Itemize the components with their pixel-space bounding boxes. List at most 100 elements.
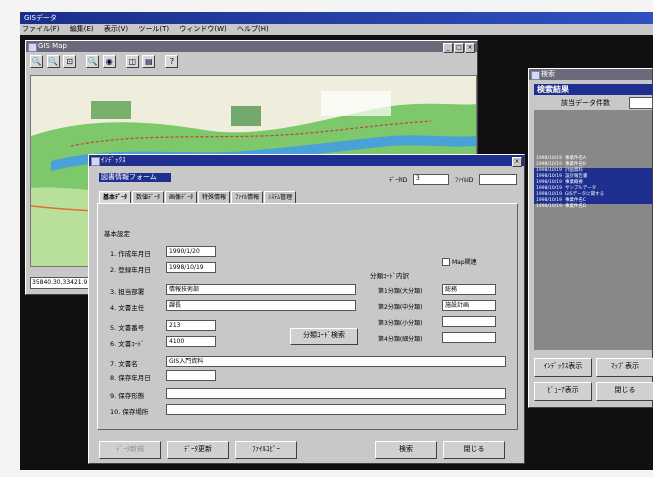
zoom-window-icon[interactable]: 🔍 xyxy=(86,55,100,68)
created-date-label: 1. 作成年月日 xyxy=(110,250,151,258)
form-tabs: 基本ﾃﾞｰﾀ 数値ﾃﾞｰﾀ 画像ﾃﾞｰﾀ 特殊情報 ﾌｧｲﾙ情報 ｼｽﾃﾑ管理 xyxy=(99,191,297,203)
tab-system-admin[interactable]: ｼｽﾃﾑ管理 xyxy=(264,191,297,203)
tab-image-data[interactable]: 画像ﾃﾞｰﾀ xyxy=(165,191,198,203)
zoom-in-icon[interactable]: 🔍 xyxy=(30,55,43,68)
menu-view[interactable]: 表示(V) xyxy=(104,25,128,33)
globe-icon[interactable]: ◉ xyxy=(102,55,116,68)
result-date: 1998/10/19 xyxy=(536,168,562,173)
data-form-title: ｲﾝﾃﾞｯｸｽ xyxy=(101,156,126,164)
file-copy-button[interactable]: ﾌｧｲﾙｺﾋﾟｰ xyxy=(235,441,297,459)
result-date: 1998/10/19 xyxy=(536,186,562,191)
close-icon[interactable]: × xyxy=(465,43,475,53)
zoom-out-icon[interactable]: 🔍 xyxy=(46,55,60,68)
app-title-bar: GISデータ xyxy=(20,12,653,24)
storage-form-label: 9. 保存形態 xyxy=(110,392,145,400)
tab-basic-data[interactable]: 基本ﾃﾞｰﾀ xyxy=(99,191,132,203)
app-menu-bar: ファイル(F) 編集(E) 表示(V) ツール(T) ウィンドウ(W) ヘルプ(… xyxy=(20,24,653,35)
document-owner-field[interactable]: 課長 xyxy=(166,300,356,311)
form-header: 図書情報フォーム ﾃﾞｰﾀID 3 ﾌｧｲﾙID xyxy=(93,169,522,191)
created-date-field[interactable]: 1990/1/20 xyxy=(166,246,216,257)
registered-date-field[interactable]: 1998/10/19 xyxy=(166,262,216,273)
viewer-display-button[interactable]: ﾋﾞｭｰｱ表示 xyxy=(534,382,592,401)
result-text: 事業件名B xyxy=(564,162,587,167)
form-heading: 図書情報フォーム xyxy=(99,173,171,182)
coordinates-readout: 35840.30,33421.9 xyxy=(30,277,95,289)
document-number-field[interactable]: 213 xyxy=(166,320,216,331)
menu-edit[interactable]: 編集(E) xyxy=(70,25,94,33)
minimize-icon[interactable]: _ xyxy=(443,43,453,53)
window-icon xyxy=(531,71,540,80)
tab-numeric-data[interactable]: 数値ﾃﾞｰﾀ xyxy=(132,191,165,203)
search-results-heading: 検索結果 xyxy=(534,84,653,95)
search-body: 検索結果 該当データ件数 1998/10/19 事業件名A 1998/10/19 事業… xyxy=(531,82,653,405)
index-display-button[interactable]: ｲﾝﾃﾞｯｸｽ表示 xyxy=(534,358,592,377)
document-code-field[interactable]: 4100 xyxy=(166,336,216,347)
map-related-label: Map関連 xyxy=(452,259,477,266)
section-title: 基本設定 xyxy=(104,230,130,238)
data-id-field[interactable]: 3 xyxy=(413,174,449,185)
result-row[interactable]: 1998/10/19 事業件名D xyxy=(534,204,652,210)
maximize-icon[interactable]: □ xyxy=(454,43,464,53)
search-window: 検索 検索結果 該当データ件数 1998/10/19 事業件名A 1998/10/1… xyxy=(528,68,653,408)
class-3-label: 第3分類(小分類) xyxy=(378,320,423,327)
data-id-label: ﾃﾞｰﾀID xyxy=(389,177,408,184)
class-1-field[interactable]: 総務 xyxy=(442,284,496,295)
class-4-label: 第4分類(細分類) xyxy=(378,336,423,343)
search-title-bar[interactable]: 検索 xyxy=(529,69,652,80)
result-list[interactable]: 1998/10/19 事業件名A 1998/10/19 事業件名B 1998/10/19… xyxy=(534,110,652,350)
result-count-field xyxy=(629,97,653,109)
search-close-button[interactable]: 閉じる xyxy=(596,382,653,401)
tab-special-info[interactable]: 特殊情報 xyxy=(198,191,231,203)
zoom-full-icon[interactable]: ⊡ xyxy=(63,55,77,68)
result-date: 1998/10/19 xyxy=(536,192,562,197)
menu-window[interactable]: ウィンドウ(W) xyxy=(179,25,226,33)
class-2-field[interactable]: 施設計画 xyxy=(442,300,496,311)
search-button[interactable]: 検索 xyxy=(375,441,437,459)
app-title: GISデータ xyxy=(24,14,57,22)
class-1-label: 第1分類(大分類) xyxy=(378,288,423,295)
result-date: 1998/10/19 xyxy=(536,198,562,203)
document-name-field[interactable]: GIS入門資料 xyxy=(166,356,506,367)
form-close-button[interactable]: 閉じる xyxy=(443,441,505,459)
keep-until-label: 8. 保存年月日 xyxy=(110,374,151,382)
document-owner-label: 4. 文書主任 xyxy=(110,304,145,312)
window-buttons: _ □ × xyxy=(442,42,475,53)
menu-help[interactable]: ヘルプ(H) xyxy=(237,25,269,33)
menu-file[interactable]: ファイル(F) xyxy=(22,25,60,33)
storage-location-field[interactable] xyxy=(166,404,506,415)
document-number-label: 5. 文書番号 xyxy=(110,324,145,332)
document-name-label: 7. 文書名 xyxy=(110,360,138,368)
result-date: 1998/10/19 xyxy=(536,204,562,209)
result-text: 事業件名A xyxy=(564,156,587,161)
class-2-label: 第2分類(中分類) xyxy=(378,304,423,311)
result-text: 事業件名D xyxy=(564,204,587,209)
map-related-checkbox[interactable] xyxy=(442,258,450,266)
tab-file-info[interactable]: ﾌｧｲﾙ情報 xyxy=(231,191,264,203)
help-icon[interactable]: ? xyxy=(165,55,179,68)
keep-until-field[interactable] xyxy=(166,370,216,381)
data-form-title-bar[interactable]: ｲﾝﾃﾞｯｸｽ × xyxy=(89,155,524,167)
close-icon[interactable]: × xyxy=(512,157,522,167)
window-buttons: × xyxy=(511,156,522,167)
new-data-button[interactable]: ﾃﾞｰﾀ新規 xyxy=(99,441,161,459)
result-date: 1998/10/19 xyxy=(536,174,562,179)
file-id-field[interactable] xyxy=(479,174,517,185)
result-date: 1998/10/19 xyxy=(536,180,562,185)
print-icon[interactable]: ▤ xyxy=(142,55,156,68)
file-id-label: ﾌｧｲﾙID xyxy=(455,177,474,184)
classification-search-button[interactable]: 分類ｺｰﾄﾞ検索 xyxy=(290,328,358,345)
class-4-field[interactable] xyxy=(442,332,496,343)
class-3-field[interactable] xyxy=(442,316,496,327)
department-label: 3. 担当部署 xyxy=(110,288,145,296)
menu-tool[interactable]: ツール(T) xyxy=(138,25,169,33)
map-display-button[interactable]: ﾏｯﾌﾟ表示 xyxy=(596,358,653,377)
gis-map-title-bar[interactable]: GIS Map _ □ × xyxy=(26,41,477,53)
result-text: GISデータに関する xyxy=(564,192,605,197)
window-icon xyxy=(28,43,37,52)
department-field[interactable]: 情報技術部 xyxy=(166,284,356,295)
update-data-button[interactable]: ﾃﾞｰﾀ更新 xyxy=(167,441,229,459)
storage-form-field[interactable] xyxy=(166,388,506,399)
result-date: 1998/10/19 xyxy=(536,162,562,167)
window-icon xyxy=(91,157,100,166)
select-icon[interactable]: ◫ xyxy=(125,55,139,68)
